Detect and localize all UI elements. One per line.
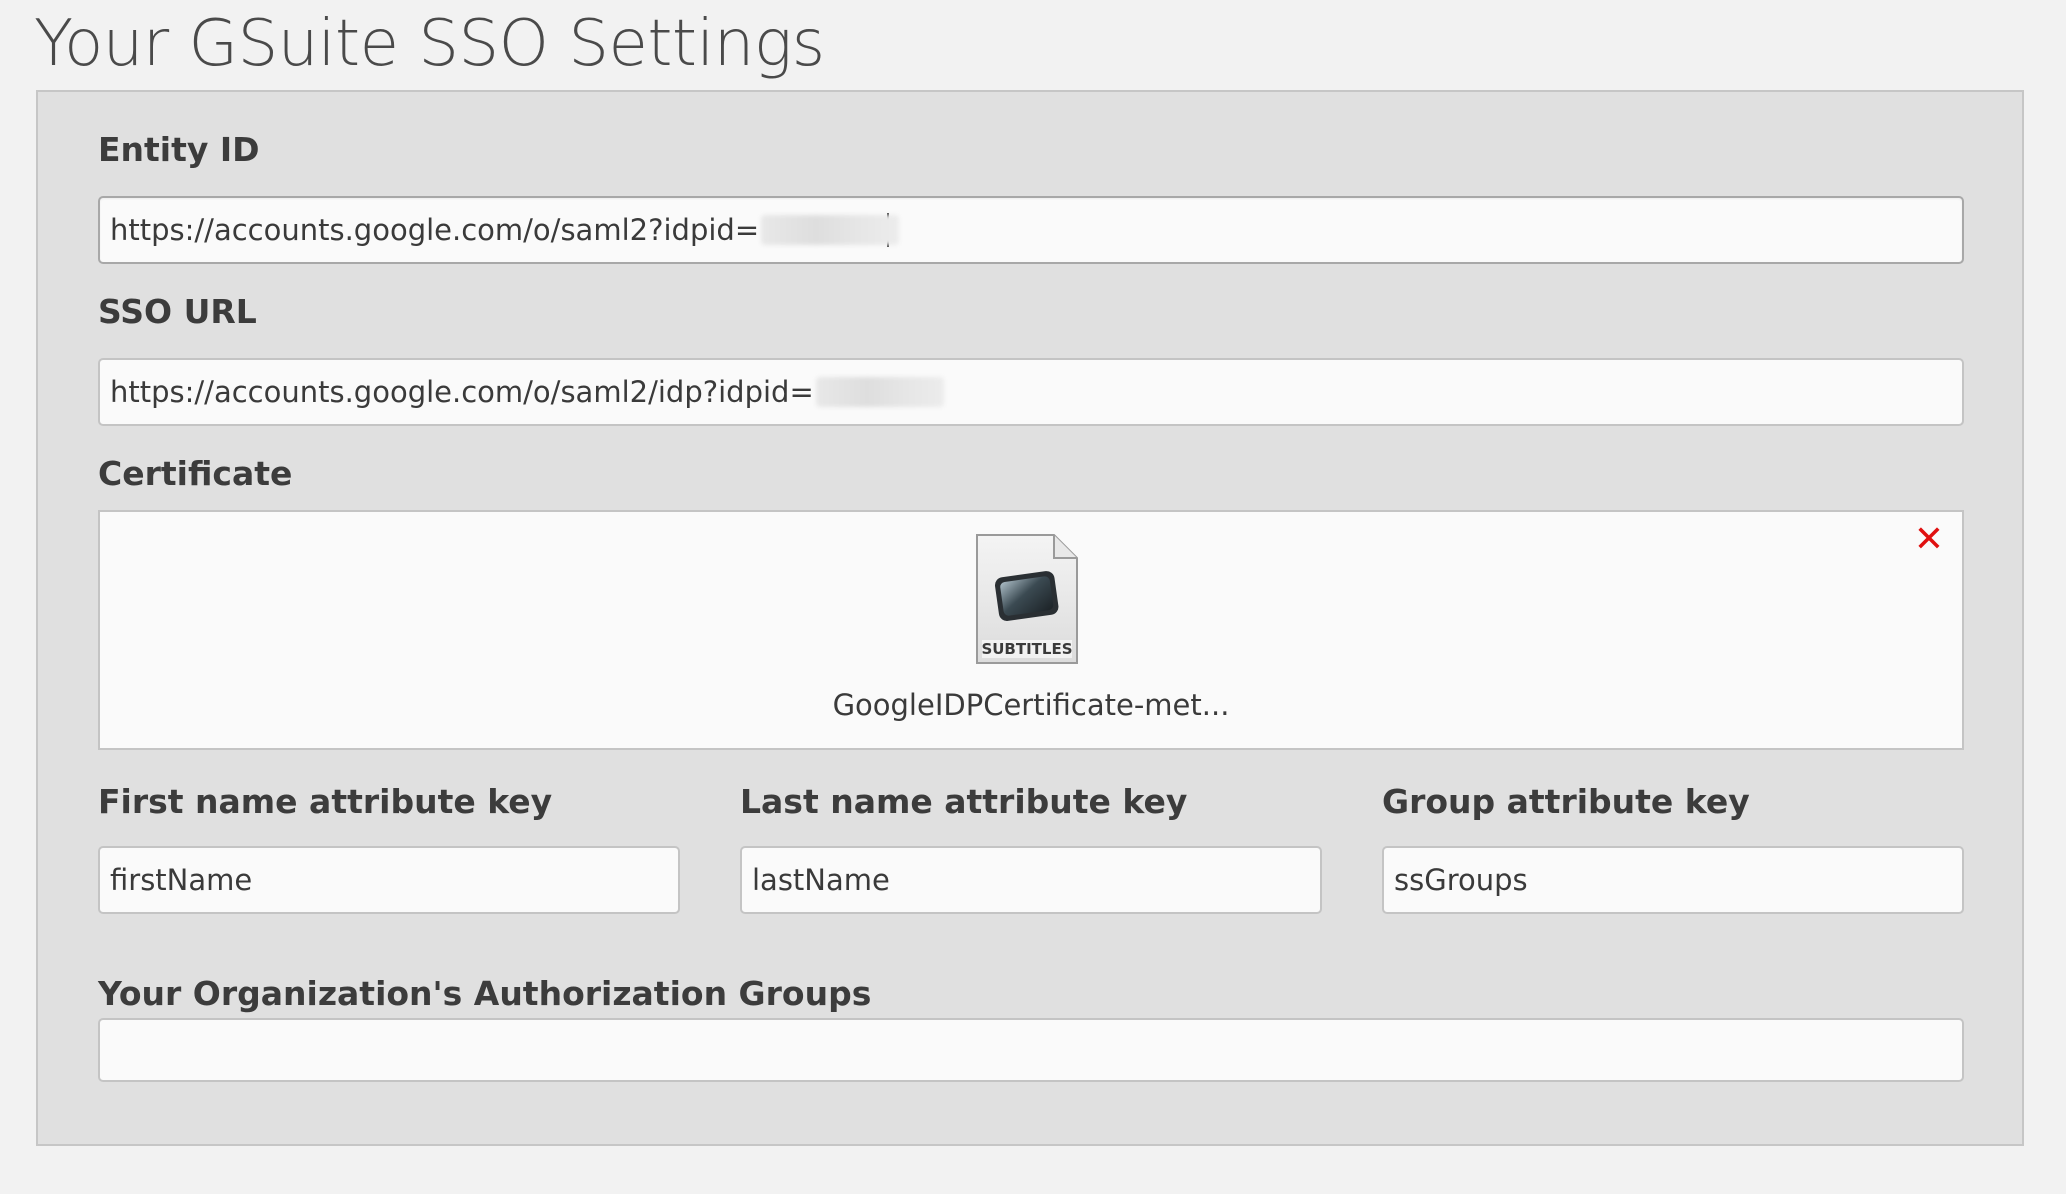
page-title: Your GSuite SSO Settings [34, 7, 825, 81]
auth-groups-label: Your Organization's Authorization Groups [98, 974, 872, 1013]
redacted-text [761, 215, 900, 245]
subtitles-file-icon[interactable]: SUBTITLES [974, 532, 1080, 666]
group-label: Group attribute key [1382, 782, 1750, 821]
sso-url-input[interactable]: https://accounts.google.com/o/saml2/idp?… [98, 358, 1964, 426]
entity-id-value: https://accounts.google.com/o/saml2?idpi… [110, 213, 760, 247]
auth-groups-input[interactable] [98, 1018, 1964, 1082]
certificate-dropzone[interactable]: ✕ SUBTITLES GoogleIDPCertificate-met... [98, 510, 1964, 750]
file-icon-label: SUBTITLES [981, 640, 1072, 658]
redacted-text [815, 377, 944, 407]
first-name-value: firstName [110, 863, 253, 897]
remove-certificate-icon[interactable]: ✕ [1914, 520, 1944, 560]
sso-url-value: https://accounts.google.com/o/saml2/idp?… [110, 375, 814, 409]
last-name-label: Last name attribute key [740, 782, 1188, 821]
certificate-label: Certificate [98, 454, 293, 493]
certificate-file-name: GoogleIDPCertificate-met... [832, 688, 1230, 722]
last-name-input[interactable]: lastName [740, 846, 1322, 914]
entity-id-label: Entity ID [98, 130, 260, 169]
first-name-input[interactable]: firstName [98, 846, 680, 914]
sso-settings-panel: Entity ID https://accounts.google.com/o/… [36, 90, 2024, 1146]
entity-id-input[interactable]: https://accounts.google.com/o/saml2?idpi… [98, 196, 1964, 264]
sso-url-label: SSO URL [98, 292, 257, 331]
group-value: ssGroups [1394, 863, 1528, 897]
last-name-value: lastName [752, 863, 890, 897]
first-name-label: First name attribute key [98, 782, 553, 821]
group-input[interactable]: ssGroups [1382, 846, 1964, 914]
